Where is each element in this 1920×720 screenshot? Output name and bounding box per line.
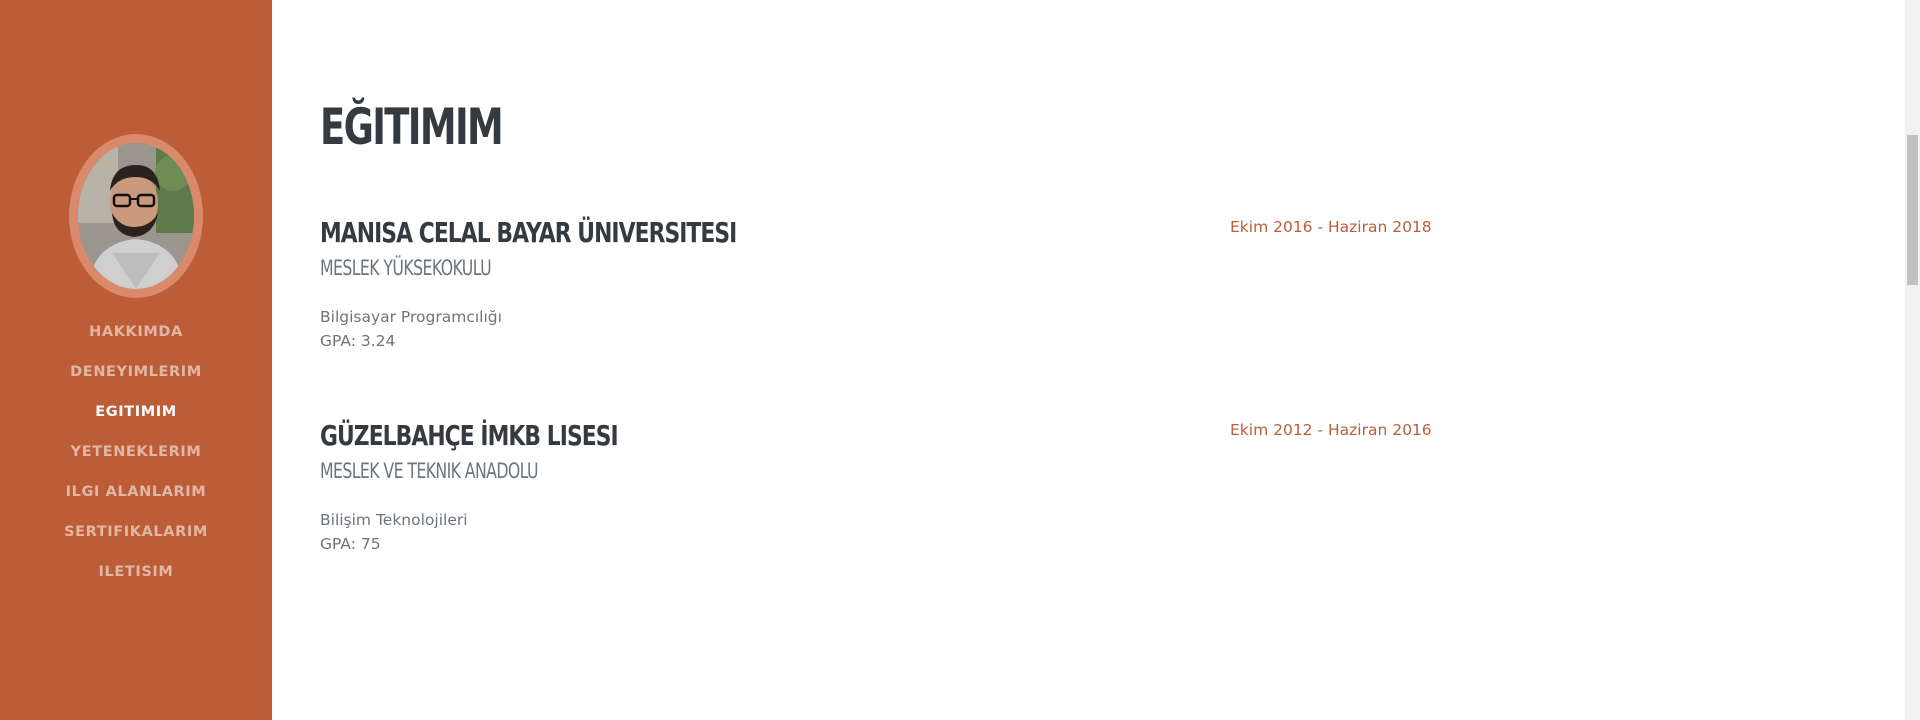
avatar bbox=[78, 143, 194, 289]
nav-item-ilgi-alanlarim[interactable]: ILGI ALANLARIM bbox=[0, 476, 272, 516]
nav-item-sertifikalarim[interactable]: SERTIFIKALARIM bbox=[0, 516, 272, 556]
scrollbar-thumb[interactable] bbox=[1907, 135, 1918, 285]
avatar-frame bbox=[69, 134, 203, 298]
profile-photo bbox=[78, 143, 194, 289]
nav-item-hakkimda[interactable]: HAKKIMDA bbox=[0, 316, 272, 356]
date-range: Ekim 2012 - Haziran 2016 bbox=[1230, 421, 1432, 439]
nav-item-egitimim[interactable]: EGITIMIM bbox=[0, 396, 272, 436]
gpa-value: GPA: 75 bbox=[320, 535, 381, 553]
sidebar-nav: HAKKIMDA DENEYIMLERIM EGITIMIM YETENEKLE… bbox=[0, 316, 272, 596]
program-name: Bilgisayar Programcılığı bbox=[320, 308, 502, 326]
school-subtitle: MESLEK YÜKSEKOKULU bbox=[320, 256, 492, 280]
nav-item-deneyimlerim[interactable]: DENEYIMLERIM bbox=[0, 356, 272, 396]
sidebar: HAKKIMDA DENEYIMLERIM EGITIMIM YETENEKLE… bbox=[0, 0, 272, 720]
nav-item-iletisim[interactable]: ILETISIM bbox=[0, 556, 272, 596]
section-title: EĞITIMIM bbox=[320, 98, 504, 156]
education-section: EĞITIMIM MANISA CELAL BAYAR ÜNIVERSITESI… bbox=[320, 0, 1820, 720]
scrollbar[interactable] bbox=[1905, 0, 1920, 720]
date-range: Ekim 2016 - Haziran 2018 bbox=[1230, 218, 1432, 236]
gpa-value: GPA: 3.24 bbox=[320, 332, 396, 350]
school-name: MANISA CELAL BAYAR ÜNIVERSITESI bbox=[320, 216, 737, 249]
school-name: GÜZELBAHÇE İMKB LISESI bbox=[320, 419, 619, 452]
school-subtitle: MESLEK VE TEKNIK ANADOLU bbox=[320, 459, 539, 483]
nav-item-yeteneklerim[interactable]: YETENEKLERIM bbox=[0, 436, 272, 476]
program-name: Bilişim Teknolojileri bbox=[320, 511, 468, 529]
